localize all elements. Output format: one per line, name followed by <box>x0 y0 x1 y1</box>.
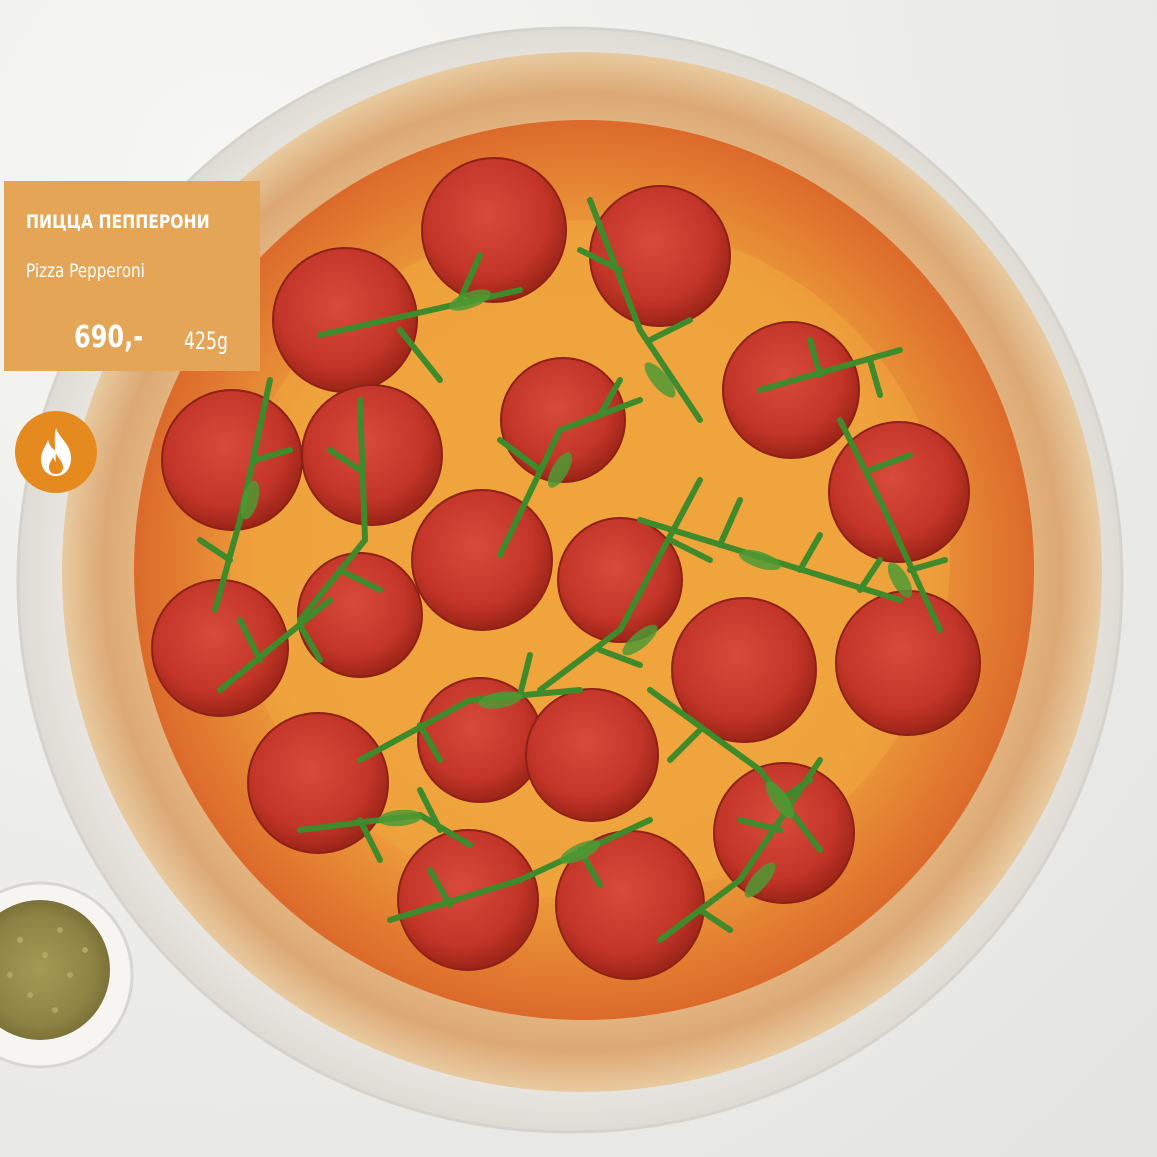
product-price: 690,- <box>74 320 144 355</box>
product-info-card: ПИЦЦА ПЕППЕРОНИ Pizza Pepperoni 690,- 42… <box>4 181 260 371</box>
product-name-en: Pizza Pepperoni <box>26 260 145 282</box>
spicy-badge <box>15 411 97 493</box>
pizza-photo <box>0 26 1124 1134</box>
flame-icon <box>41 428 71 476</box>
product-name-ru: ПИЦЦА ПЕППЕРОНИ <box>26 211 210 233</box>
product-weight: 425g <box>184 327 228 355</box>
menu-item-view: ПИЦЦА ПЕППЕРОНИ Pizza Pepperoni 690,- 42… <box>0 0 1157 1157</box>
